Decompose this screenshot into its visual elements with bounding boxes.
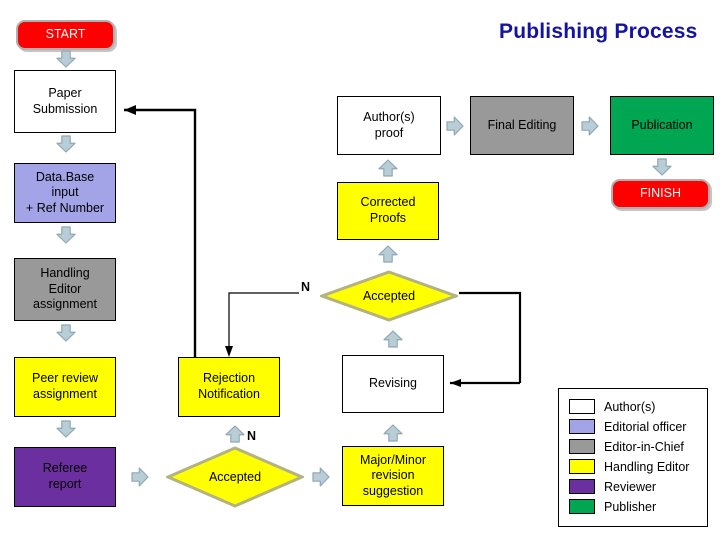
branch-label-n-top: N — [301, 280, 311, 294]
legend-swatch — [569, 439, 595, 454]
arrow-start-to-paper — [56, 50, 76, 68]
arrow-paper-to-database — [56, 135, 76, 153]
node-publication: Publication — [610, 96, 714, 155]
arrow-acceptedb-to-major — [312, 467, 330, 487]
legend-label: Author(s) — [604, 399, 656, 414]
legend-label: Editorial officer — [604, 419, 687, 434]
legend-swatch — [569, 419, 595, 434]
legend-item: Reviewer — [569, 479, 656, 494]
legend-item: Author(s) — [569, 399, 655, 414]
decision-accepted_top: Accepted — [320, 270, 458, 322]
node-major_minor: Major/Minor revision suggestion — [342, 446, 444, 506]
decision-label: Accepted — [208, 470, 262, 484]
node-referee_rep: Referee report — [14, 447, 116, 507]
arrow-final-to-publication — [581, 116, 599, 136]
page-title: Publishing Process — [499, 20, 698, 43]
node-rejection: Rejection Notification — [178, 357, 280, 417]
legend-swatch — [569, 479, 595, 494]
arrow-publication-to-finish — [652, 158, 672, 176]
node-revising: Revising — [342, 355, 444, 413]
node-start: START — [16, 20, 115, 50]
node-peer_review: Peer review assignment — [14, 357, 116, 417]
arrow-database-to-handling — [56, 226, 76, 244]
legend-label: Handling Editor — [604, 459, 690, 474]
legend-label: Editor-in-Chief — [604, 439, 684, 454]
legend-item: Editor-in-Chief — [569, 439, 684, 454]
flowchart-canvas: Publishing Process START Paper Submission… — [0, 0, 720, 540]
decision-accepted_bottom: Accepted — [166, 446, 304, 508]
legend-item: Handling Editor — [569, 459, 689, 474]
legend-item: Publisher — [569, 499, 656, 514]
arrow-accepted-to-corrected — [378, 245, 398, 263]
node-finish: FINISH — [611, 179, 710, 209]
decision-label: Accepted — [362, 289, 416, 303]
node-handling_ed: Handling Editor assignment — [14, 258, 116, 321]
node-author_proof: Author(s) proof — [337, 96, 441, 155]
node-corrected: Corrected Proofs — [337, 182, 439, 240]
arrow-peer-to-referee — [56, 420, 76, 438]
legend-swatch — [569, 499, 595, 514]
arrow-revising-to-accepted — [383, 330, 403, 348]
node-final_edit: Final Editing — [470, 96, 574, 155]
arrow-acceptedb-to-rejection — [225, 425, 245, 443]
node-paper_sub: Paper Submission — [14, 70, 116, 133]
node-database: Data.Base input + Ref Number — [14, 163, 116, 223]
legend-swatch — [569, 399, 595, 414]
arrow-author-to-final — [446, 116, 464, 136]
legend-box: Author(s) Editorial officer Editor-in-Chie… — [558, 388, 708, 527]
legend-swatch — [569, 459, 595, 474]
branch-label-n-bottom: N — [247, 429, 257, 443]
arrow-major-to-revising — [383, 424, 403, 442]
legend-label: Publisher — [604, 499, 657, 514]
legend-item: Editorial officer — [569, 419, 686, 434]
legend-label: Reviewer — [604, 479, 657, 494]
arrow-handling-to-peer — [56, 324, 76, 342]
arrow-referee-to-accepted — [131, 467, 149, 487]
arrow-corrected-to-author — [378, 159, 398, 177]
